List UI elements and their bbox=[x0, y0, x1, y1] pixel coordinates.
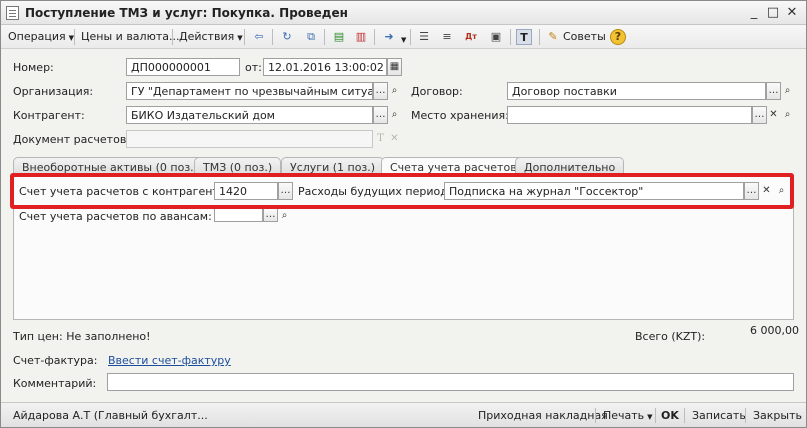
tips-button[interactable]: Советы bbox=[563, 30, 606, 43]
price-type-text: Тип цен: Не заполнено! bbox=[13, 330, 151, 343]
chevron-down-icon: ▼ bbox=[237, 34, 243, 42]
chevron-down-icon: ▼ bbox=[401, 36, 407, 44]
settlement-document-field[interactable] bbox=[126, 130, 373, 148]
search-icon[interactable]: ⌕ bbox=[387, 106, 402, 124]
total-value: 6 000,00 bbox=[750, 324, 799, 337]
print-menu[interactable]: Печать ▼ bbox=[603, 409, 653, 422]
print-icon[interactable]: ▣ bbox=[488, 29, 504, 45]
footer-bar: Айдарова А.Т (Главный бухгалт... Приходн… bbox=[1, 402, 806, 427]
operation-menu-label: Операция bbox=[8, 30, 66, 43]
storage-select-button[interactable]: … bbox=[752, 106, 767, 124]
footer-divider bbox=[595, 408, 596, 423]
clear-icon[interactable]: ✕ bbox=[766, 106, 781, 124]
total-label: Всего (KZT): bbox=[635, 330, 706, 343]
operation-menu[interactable]: Операция ▼ bbox=[8, 30, 74, 43]
author-link[interactable]: Айдарова А.Т (Главный бухгалт... bbox=[13, 409, 208, 422]
minimize-button[interactable]: _ bbox=[745, 4, 763, 22]
toolbar-divider bbox=[74, 29, 75, 45]
counterparty-label: Контрагент: bbox=[13, 109, 85, 122]
copy-icon[interactable]: ⧉ bbox=[303, 29, 319, 45]
document-icon bbox=[6, 6, 19, 20]
toolbar-divider bbox=[539, 29, 540, 45]
highlight-frame bbox=[10, 173, 794, 209]
receipt-note-button[interactable]: Приходная накладная bbox=[478, 409, 608, 422]
comment-field[interactable] bbox=[107, 373, 794, 391]
footer-divider bbox=[745, 408, 746, 423]
maximize-button[interactable]: □ bbox=[764, 4, 782, 22]
storage-label: Место хранения: bbox=[411, 109, 509, 122]
refresh-icon[interactable]: ↻ bbox=[279, 29, 295, 45]
date-field[interactable]: 12.01.2016 13:00:02 bbox=[263, 58, 387, 76]
toolbar-divider bbox=[324, 29, 325, 45]
search-icon[interactable]: ⌕ bbox=[780, 82, 795, 100]
actions-menu-label: Действия bbox=[179, 30, 235, 43]
font-icon[interactable]: T bbox=[516, 29, 532, 45]
help-icon[interactable]: ? bbox=[610, 29, 626, 45]
print-menu-label: Печать bbox=[603, 409, 645, 422]
calendar-icon[interactable]: ▦ bbox=[387, 58, 402, 76]
toolbar-divider bbox=[272, 29, 273, 45]
organization-label: Организация: bbox=[13, 85, 94, 98]
footer-divider bbox=[684, 408, 685, 423]
list-icon[interactable]: ≡ bbox=[439, 29, 455, 45]
type-icon[interactable]: T bbox=[373, 130, 388, 148]
post-icon[interactable]: ▤ bbox=[331, 29, 347, 45]
organization-select-button[interactable]: … bbox=[373, 82, 388, 100]
enter-invoice-link[interactable]: Ввести счет-фактуру bbox=[108, 354, 231, 367]
number-label: Номер: bbox=[13, 61, 54, 74]
dtkt-icon[interactable]: Дт bbox=[463, 29, 479, 45]
search-icon[interactable]: ⌕ bbox=[387, 82, 402, 100]
advances-account-select-button[interactable]: … bbox=[263, 208, 278, 222]
title-bar: Поступление ТМЗ и услуг: Покупка. Провед… bbox=[1, 1, 806, 25]
close-button[interactable]: Закрыть bbox=[753, 409, 802, 422]
goto-icon[interactable]: ➜ bbox=[381, 29, 397, 45]
tips-icon[interactable]: ✎ bbox=[545, 29, 561, 45]
organization-field[interactable]: ГУ "Департамент по чрезвычайным ситуация… bbox=[126, 82, 373, 100]
search-icon[interactable]: ⌕ bbox=[277, 207, 292, 225]
advances-account-label: Счет учета расчетов по авансам: bbox=[19, 210, 212, 223]
settlement-document-label: Документ расчетов: bbox=[13, 133, 131, 146]
storage-field[interactable] bbox=[507, 106, 752, 124]
actions-menu[interactable]: Действия ▼ bbox=[179, 30, 243, 43]
toolbar-divider bbox=[410, 29, 411, 45]
search-icon[interactable]: ⌕ bbox=[780, 106, 795, 124]
contract-field[interactable]: Договор поставки bbox=[507, 82, 766, 100]
number-field[interactable]: ДП000000001 bbox=[126, 58, 240, 76]
move-icon[interactable]: ⇦ bbox=[251, 29, 267, 45]
unpost-icon[interactable]: ▥ bbox=[353, 29, 369, 45]
prices-currency-button[interactable]: Цены и валюта... bbox=[81, 30, 179, 43]
ok-button[interactable]: OK bbox=[661, 409, 679, 422]
date-label: от: bbox=[245, 61, 262, 74]
structure-icon[interactable]: ☰ bbox=[416, 29, 432, 45]
contract-select-button[interactable]: … bbox=[766, 82, 781, 100]
document-window: Поступление ТМЗ и услуг: Покупка. Провед… bbox=[0, 0, 807, 428]
goto-dropdown[interactable]: ▼ bbox=[398, 32, 406, 45]
counterparty-select-button[interactable]: … bbox=[373, 106, 388, 124]
invoice-label: Счет-фактура: bbox=[13, 354, 98, 367]
toolbar-divider bbox=[244, 29, 245, 45]
advances-account-field[interactable] bbox=[214, 208, 263, 222]
comment-label: Комментарий: bbox=[13, 377, 97, 390]
save-button[interactable]: Записать bbox=[692, 409, 746, 422]
toolbar: Операция ▼ Цены и валюта... Действия ▼ ⇦ ↻… bbox=[1, 25, 806, 49]
counterparty-field[interactable]: БИКО Издательский дом bbox=[126, 106, 373, 124]
footer-divider bbox=[655, 408, 656, 423]
toolbar-divider bbox=[374, 29, 375, 45]
clear-icon[interactable]: ✕ bbox=[387, 130, 402, 148]
close-window-button[interactable]: ✕ bbox=[783, 4, 801, 22]
toolbar-divider bbox=[510, 29, 511, 45]
contract-label: Договор: bbox=[411, 85, 463, 98]
window-title: Поступление ТМЗ и услуг: Покупка. Провед… bbox=[25, 6, 348, 20]
chevron-down-icon: ▼ bbox=[647, 413, 653, 421]
toolbar-divider bbox=[172, 29, 173, 45]
